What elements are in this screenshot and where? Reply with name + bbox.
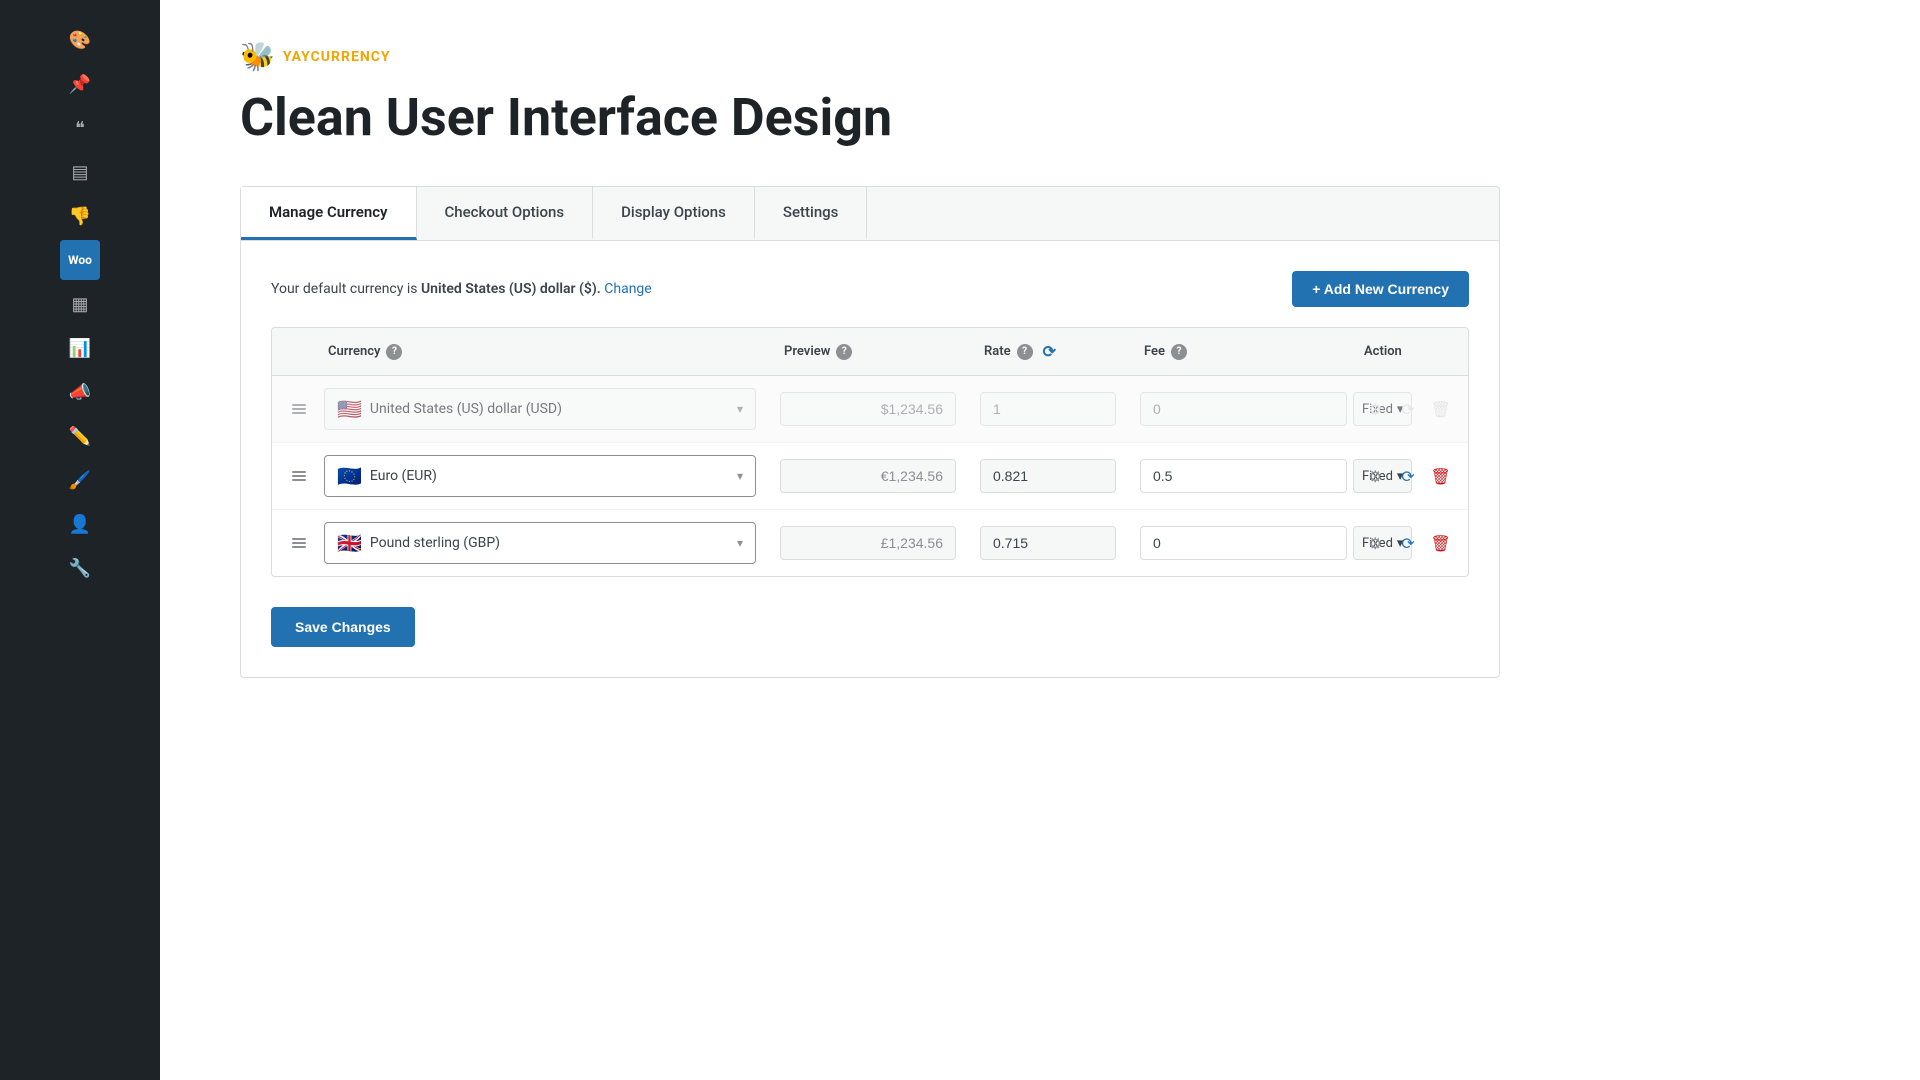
th-drag	[272, 328, 312, 375]
tab-settings[interactable]: Settings	[755, 187, 868, 240]
currency-select-eur: 🇪🇺 Euro (EUR) ▾	[312, 443, 768, 509]
sidebar-item-chart[interactable]: 📊	[60, 328, 100, 368]
default-currency-notice: Your default currency is United States (…	[271, 271, 1469, 307]
rate-input-eur[interactable]	[980, 459, 1116, 493]
th-fee: Fee ?	[1128, 328, 1348, 375]
preview-input-usd	[780, 392, 956, 426]
currency-dropdown-gbp[interactable]: 🇬🇧 Pound sterling (GBP) ▾	[324, 522, 756, 564]
save-area: Save Changes	[241, 587, 1499, 647]
currency-dropdown-eur[interactable]: 🇪🇺 Euro (EUR) ▾	[324, 455, 756, 497]
sidebar-item-megaphone[interactable]: 📣	[60, 372, 100, 412]
currency-select-usd: 🇺🇸 United States (US) dollar (USD) ▾	[312, 376, 768, 442]
sidebar-item-pen[interactable]: ✏️	[60, 416, 100, 456]
action-cell-gbp: ⚙ ⟳ 🗑	[1348, 517, 1468, 569]
save-changes-button[interactable]: Save Changes	[271, 607, 415, 647]
action-cell-usd: ⚙ ⟳ 🗑	[1348, 383, 1468, 435]
rate-input-gbp[interactable]	[980, 526, 1116, 560]
th-preview: Preview ?	[768, 328, 968, 375]
sidebar-item-layers[interactable]: ▤	[60, 152, 100, 192]
fee-help-icon[interactable]: ?	[1171, 344, 1187, 360]
fee-input-gbp[interactable]	[1140, 526, 1347, 560]
table-row: 🇬🇧 Pound sterling (GBP) ▾	[272, 510, 1468, 576]
currency-help-icon[interactable]: ?	[386, 344, 402, 360]
add-new-currency-button[interactable]: + Add New Currency	[1292, 271, 1469, 307]
tab-checkout-options[interactable]: Checkout Options	[417, 187, 594, 240]
preview-cell-usd	[768, 380, 968, 438]
tab-manage-currency[interactable]: Manage Currency	[241, 187, 417, 240]
currency-name-eur: Euro (EUR)	[370, 468, 729, 484]
currency-name-gbp: Pound sterling (GBP)	[370, 535, 729, 551]
drag-handle-usd[interactable]	[272, 388, 312, 430]
refresh-icon-eur[interactable]: ⟳	[1397, 462, 1420, 490]
sidebar-item-wrench[interactable]: 🔧	[60, 548, 100, 588]
sidebar-item-woo[interactable]: Woo	[60, 240, 100, 280]
chevron-down-icon: ▾	[737, 536, 743, 550]
flag-usd: 🇺🇸	[337, 397, 362, 421]
preview-cell-gbp	[768, 514, 968, 572]
currency-table: Currency ? Preview ? Rate ? ⟳ Fee ?	[271, 327, 1469, 577]
currency-dropdown-usd[interactable]: 🇺🇸 United States (US) dollar (USD) ▾	[324, 388, 756, 430]
settings-icon-eur[interactable]: ⚙	[1364, 462, 1387, 490]
chevron-down-icon: ▾	[737, 469, 743, 483]
sidebar-item-person[interactable]: 👤	[60, 504, 100, 544]
content-area: Your default currency is United States (…	[241, 241, 1499, 587]
th-rate: Rate ? ⟳	[968, 328, 1128, 375]
brand-name: YAYCURRENCY	[283, 49, 391, 65]
th-currency: Currency ?	[312, 328, 768, 375]
woo-icon: Woo	[60, 240, 100, 280]
sidebar-item-pin[interactable]: 📌	[60, 64, 100, 104]
action-cell-eur: ⚙ ⟳ 🗑	[1348, 450, 1468, 502]
sidebar-item-brush[interactable]: 🖌️	[60, 460, 100, 500]
table-header: Currency ? Preview ? Rate ? ⟳ Fee ?	[272, 328, 1468, 376]
preview-input-eur	[780, 459, 956, 493]
rate-help-icon[interactable]: ?	[1017, 344, 1033, 360]
preview-cell-eur	[768, 447, 968, 505]
sidebar-item-table[interactable]: ▦	[60, 284, 100, 324]
preview-input-gbp	[780, 526, 956, 560]
default-currency-name: United States (US) dollar ($).	[421, 281, 601, 297]
sidebar: 🎨 📌 ❝ ▤ 👎 Woo ▦ 📊 📣 ✏️ 🖌️ 👤 🔧	[0, 0, 160, 1080]
refresh-icon-usd: ⟳	[1397, 395, 1420, 423]
settings-icon-gbp[interactable]: ⚙	[1364, 529, 1387, 557]
delete-icon-usd: 🗑	[1429, 395, 1452, 423]
chevron-down-icon: ▾	[737, 402, 743, 416]
rate-input-usd	[980, 392, 1116, 426]
change-currency-link[interactable]: Change	[604, 281, 651, 297]
flag-eur: 🇪🇺	[337, 464, 362, 488]
fee-cell-usd: Fixed ▾	[1128, 380, 1348, 438]
sidebar-item-quote[interactable]: ❝	[60, 108, 100, 148]
rate-refresh-icon[interactable]: ⟳	[1043, 342, 1056, 361]
th-action: Action	[1348, 328, 1468, 375]
delete-icon-eur[interactable]: 🗑	[1429, 462, 1452, 490]
drag-handle-gbp[interactable]	[272, 522, 312, 564]
fee-cell-gbp: Fixed ▾	[1128, 514, 1348, 572]
rate-cell-gbp	[968, 514, 1128, 572]
tab-display-options[interactable]: Display Options	[593, 187, 755, 240]
sidebar-item-paint[interactable]: 🎨	[60, 20, 100, 60]
page-title: Clean User Interface Design	[240, 89, 1840, 146]
table-row: 🇪🇺 Euro (EUR) ▾ Fixed	[272, 443, 1468, 510]
sidebar-item-thumb[interactable]: 👎	[60, 196, 100, 236]
preview-help-icon[interactable]: ?	[836, 344, 852, 360]
flag-gbp: 🇬🇧	[337, 531, 362, 555]
drag-handle-eur[interactable]	[272, 455, 312, 497]
delete-icon-gbp[interactable]: 🗑	[1429, 529, 1452, 557]
currency-select-gbp: 🇬🇧 Pound sterling (GBP) ▾	[312, 510, 768, 576]
settings-icon-usd: ⚙	[1364, 395, 1387, 423]
tab-bar: Manage Currency Checkout Options Display…	[241, 187, 1499, 241]
fee-input-eur[interactable]	[1140, 459, 1347, 493]
currency-name-usd: United States (US) dollar (USD)	[370, 401, 729, 417]
rate-cell-eur	[968, 447, 1128, 505]
default-currency-text: Your default currency is United States (…	[271, 281, 652, 297]
refresh-icon-gbp[interactable]: ⟳	[1397, 529, 1420, 557]
plugin-panel: Manage Currency Checkout Options Display…	[240, 186, 1500, 678]
brand-header: 🐝 YAYCURRENCY	[240, 40, 1840, 73]
fee-cell-eur: Fixed ▾	[1128, 447, 1348, 505]
main-content: 🐝 YAYCURRENCY Clean User Interface Desig…	[160, 0, 1920, 1080]
table-row: 🇺🇸 United States (US) dollar (USD) ▾	[272, 376, 1468, 443]
rate-cell-usd	[968, 380, 1128, 438]
fee-input-usd	[1140, 392, 1347, 426]
brand-logo-icon: 🐝	[240, 40, 275, 73]
